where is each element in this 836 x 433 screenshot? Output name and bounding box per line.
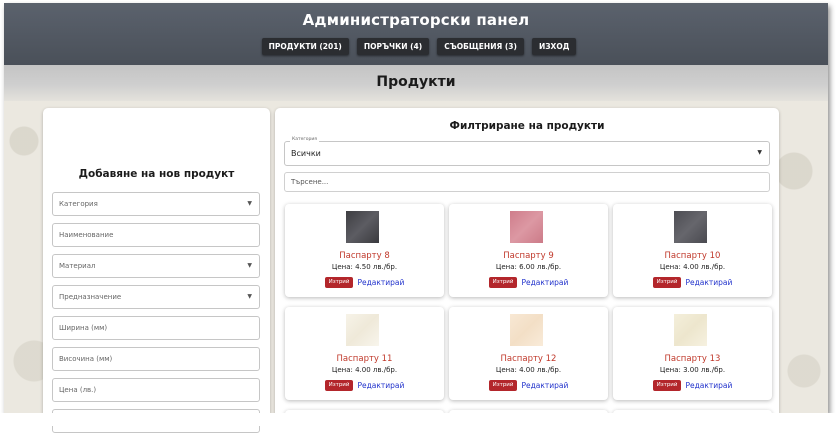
search-input[interactable]: Търсене...	[284, 172, 770, 192]
chevron-down-icon: ▼	[247, 293, 252, 300]
product-price: Цена: 3.00 лв./бр.	[659, 366, 726, 374]
material-select[interactable]: Материал ▼	[52, 254, 260, 278]
filter-category-value: Всички	[291, 149, 321, 158]
product-card: Паспарту 10 Цена: 4.00 лв./бр. Изтрий Ре…	[613, 204, 772, 297]
product-swatch	[346, 314, 379, 346]
product-card: Паспарту 12 Цена: 4.00 лв./бр. Изтрий Ре…	[449, 307, 608, 400]
price-input[interactable]: Цена (лв.)	[52, 378, 260, 402]
product-actions: Изтрий Редактирай	[449, 277, 608, 288]
nav-logout-button[interactable]: ИЗХОД	[531, 38, 577, 55]
delete-button[interactable]: Изтрий	[324, 380, 354, 391]
nav-messages-button[interactable]: СЪОБЩЕНИЯ (3)	[437, 38, 524, 55]
height-input[interactable]: Височина (мм)	[52, 347, 260, 371]
product-actions: Изтрий Редактирай	[613, 277, 772, 288]
product-name: Паспарту 9	[503, 251, 554, 261]
category-select[interactable]: Категория ▼	[52, 192, 260, 216]
width-input-placeholder: Ширина (мм)	[59, 324, 108, 332]
admin-nav: ПРОДУКТИ (201) ПОРЪЧКИ (4) СЪОБЩЕНИЯ (3)…	[4, 38, 828, 55]
product-actions: Изтрий Редактирай	[449, 380, 608, 391]
product-card: Паспарту 8 Цена: 4.50 лв./бр. Изтрий Ред…	[285, 204, 444, 297]
chevron-down-icon: ▼	[247, 200, 252, 207]
product-swatch	[346, 211, 379, 243]
price-input-placeholder: Цена (лв.)	[59, 386, 97, 394]
edit-link[interactable]: Редактирай	[357, 278, 404, 287]
edit-link[interactable]: Редактирай	[685, 381, 732, 390]
material-select-label: Материал	[59, 262, 96, 270]
nav-products-button[interactable]: ПРОДУКТИ (201)	[261, 38, 349, 55]
add-product-panel: Добавяне на нов продукт Категория ▼ Наим…	[43, 108, 270, 433]
purpose-select[interactable]: Предназначение ▼	[52, 285, 260, 309]
product-grid: Паспарту 8 Цена: 4.50 лв./бр. Изтрий Ред…	[285, 204, 775, 420]
edit-link[interactable]: Редактирай	[521, 381, 568, 390]
product-actions: Изтрий Редактирай	[285, 380, 444, 391]
section-header: Продукти	[4, 65, 828, 101]
search-placeholder: Търсене...	[291, 178, 329, 186]
admin-header: Администраторски панел ПРОДУКТИ (201) ПО…	[4, 3, 828, 65]
delete-button[interactable]: Изтрий	[488, 277, 518, 288]
filter-panel: Филтриране на продукти Категория Всички …	[275, 108, 779, 420]
page-margin	[0, 413, 836, 426]
filter-category-select[interactable]: Категория Всички ▼	[284, 137, 770, 166]
delete-button[interactable]: Изтрий	[652, 380, 682, 391]
product-price: Цена: 4.00 лв./бр.	[659, 263, 726, 271]
delete-button[interactable]: Изтрий	[652, 277, 682, 288]
width-input[interactable]: Ширина (мм)	[52, 316, 260, 340]
product-price: Цена: 6.00 лв./бр.	[495, 263, 562, 271]
product-actions: Изтрий Редактирай	[613, 380, 772, 391]
product-actions: Изтрий Редактирай	[285, 277, 444, 288]
product-swatch	[510, 314, 543, 346]
delete-button[interactable]: Изтрий	[488, 380, 518, 391]
filter-title: Филтриране на продукти	[449, 120, 605, 132]
name-input[interactable]: Наименование	[52, 223, 260, 247]
edit-link[interactable]: Редактирай	[521, 278, 568, 287]
admin-title: Администраторски панел	[302, 11, 530, 29]
filter-category-label: Категория	[290, 137, 319, 142]
product-name: Паспарту 13	[664, 354, 721, 364]
product-name: Паспарту 10	[664, 251, 721, 261]
product-swatch	[510, 211, 543, 243]
product-swatch	[674, 211, 707, 243]
product-price: Цена: 4.00 лв./бр.	[331, 366, 398, 374]
category-select-label: Категория	[59, 200, 98, 208]
delete-button[interactable]: Изтрий	[324, 277, 354, 288]
nav-orders-button[interactable]: ПОРЪЧКИ (4)	[356, 38, 430, 55]
edit-link[interactable]: Редактирай	[357, 381, 404, 390]
product-card: Паспарту 13 Цена: 3.00 лв./бр. Изтрий Ре…	[613, 307, 772, 400]
product-card: Паспарту 11 Цена: 4.00 лв./бр. Изтрий Ре…	[285, 307, 444, 400]
product-card: Паспарту 9 Цена: 6.00 лв./бр. Изтрий Ред…	[449, 204, 608, 297]
chevron-down-icon: ▼	[757, 149, 762, 156]
chevron-down-icon: ▼	[247, 262, 252, 269]
purpose-select-label: Предназначение	[59, 293, 122, 301]
height-input-placeholder: Височина (мм)	[59, 355, 113, 363]
name-input-placeholder: Наименование	[59, 231, 114, 239]
page-title: Продукти	[376, 74, 456, 90]
edit-link[interactable]: Редактирай	[685, 278, 732, 287]
product-name: Паспарту 11	[336, 354, 393, 364]
add-product-title: Добавяне на нов продукт	[78, 168, 235, 180]
product-name: Паспарту 12	[500, 354, 557, 364]
product-name: Паспарту 8	[339, 251, 390, 261]
product-price: Цена: 4.50 лв./бр.	[331, 263, 398, 271]
product-swatch	[674, 314, 707, 346]
product-price: Цена: 4.00 лв./бр.	[495, 366, 562, 374]
